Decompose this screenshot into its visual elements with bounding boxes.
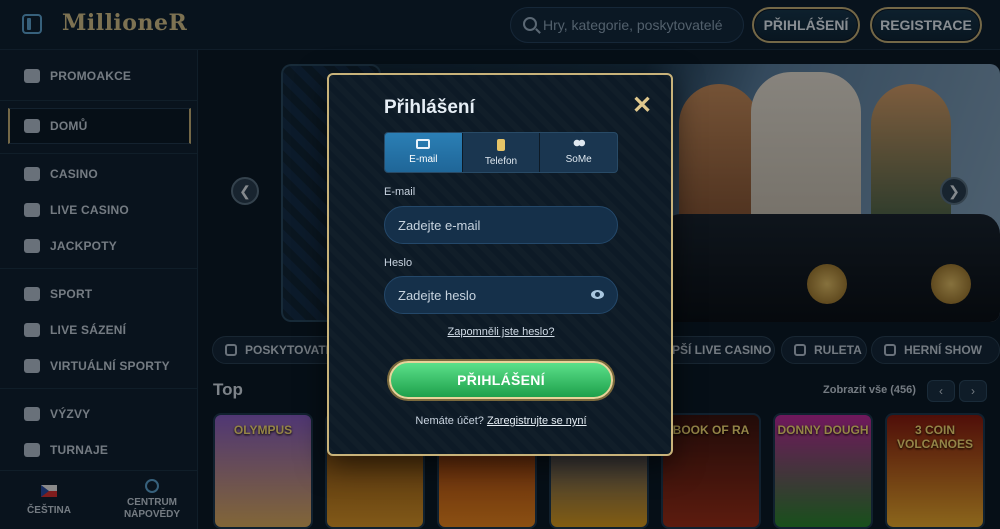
tab-some[interactable]: SoMe (540, 133, 617, 172)
eye-icon[interactable] (591, 290, 604, 299)
password-label: Heslo (384, 257, 413, 269)
envelope-icon (416, 139, 431, 149)
register-prompt: Nemáte účet? Zaregistrujte se nyní (369, 415, 633, 427)
tab-email[interactable]: E-mail (385, 133, 463, 172)
password-field[interactable] (398, 277, 598, 313)
password-field-wrapper (384, 276, 618, 314)
login-modal: Přihlášení ✕ E-mail Telefon SoMe E-mail … (327, 73, 673, 456)
submit-login-button[interactable]: PŘIHLÁŠENÍ (389, 361, 613, 399)
forgot-password-link[interactable]: Zapomněli jste heslo? (384, 326, 618, 338)
tab-label: Telefon (484, 156, 518, 167)
no-account-text: Nemáte účet? (415, 415, 484, 427)
tab-label: E-mail (409, 154, 438, 165)
register-now-link[interactable]: Zaregistrujte se nyní (487, 415, 587, 427)
users-icon (571, 139, 586, 149)
email-field[interactable] (398, 207, 598, 243)
tab-phone[interactable]: Telefon (463, 133, 541, 172)
close-icon[interactable]: ✕ (631, 94, 653, 118)
phone-icon (497, 139, 505, 151)
email-field-wrapper (384, 206, 618, 244)
modal-title: Přihlášení (384, 97, 475, 118)
email-label: E-mail (384, 186, 416, 198)
tab-label: SoMe (565, 154, 592, 165)
login-method-tabs: E-mail Telefon SoMe (384, 132, 618, 173)
